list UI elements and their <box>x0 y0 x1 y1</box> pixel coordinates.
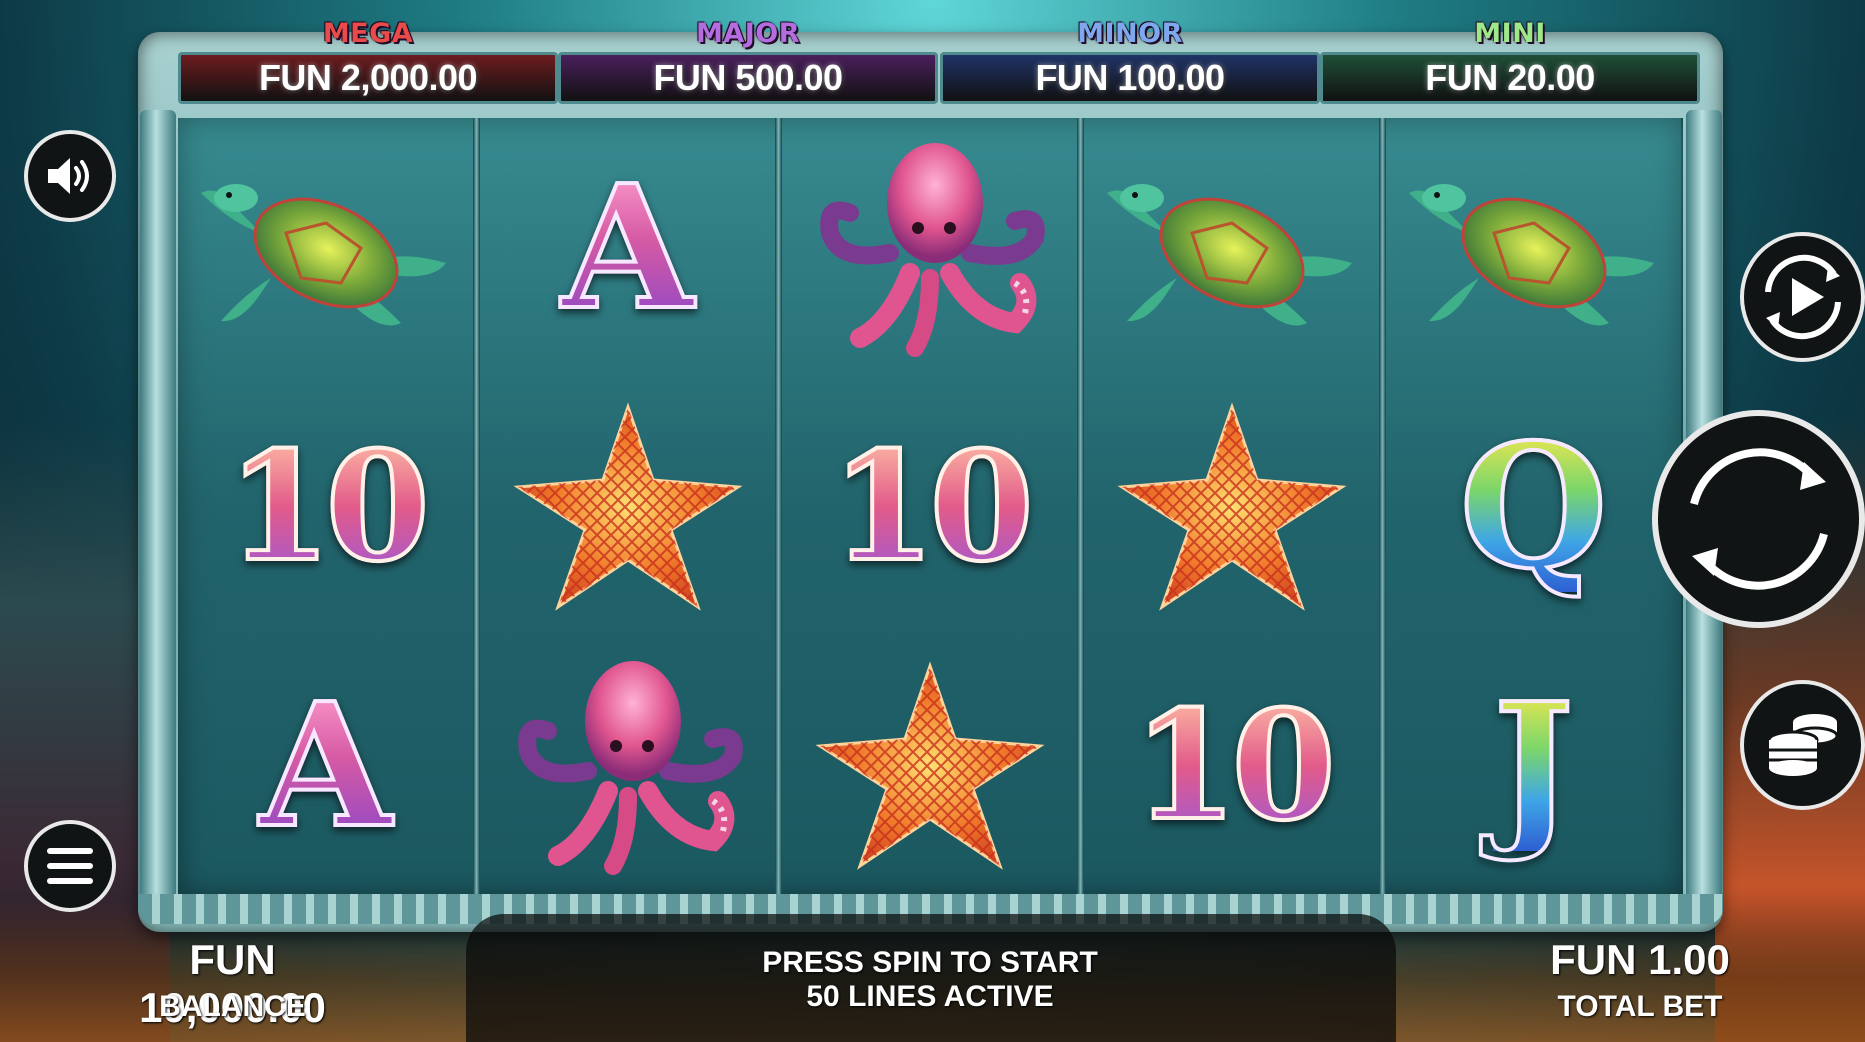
autoplay-button[interactable] <box>1740 232 1865 362</box>
coin-stack-icon <box>1767 714 1838 776</box>
reel: 10 A <box>178 118 473 896</box>
jackpot-mini: MINI FUN 20.00 <box>1320 18 1700 108</box>
total-bet-label: TOTAL BET <box>1557 990 1723 1023</box>
starfish-icon <box>814 660 1045 870</box>
starfish-icon <box>512 401 743 611</box>
symbol-10: 10 <box>829 418 1036 595</box>
reel-symbol <box>480 636 775 895</box>
reel-symbol: 10 <box>782 377 1077 636</box>
reel-divider <box>1379 118 1386 896</box>
status-line-2: 50 LINES ACTIVE <box>806 980 1054 1013</box>
reel-symbol: J <box>1386 636 1681 895</box>
starfish-icon <box>1116 401 1347 611</box>
symbol-10: 10 <box>1131 677 1338 854</box>
symbol-j: J <box>1491 665 1575 866</box>
menu-button[interactable] <box>24 820 116 912</box>
jackpot-major-value: FUN 500.00 <box>558 52 938 104</box>
jackpot-major: MAJOR FUN 500.00 <box>558 18 938 108</box>
jackpot-mini-title: MINI <box>1474 18 1546 49</box>
reel-symbol <box>480 377 775 636</box>
jackpot-minor-title: MINOR <box>1077 18 1183 49</box>
balance-label: BALANCE <box>159 990 306 1023</box>
symbol-a: A <box>560 147 696 348</box>
reel-area: 10 A A 10 10 Q J <box>178 118 1683 896</box>
reel-symbol <box>1084 118 1379 377</box>
speaker-icon <box>48 158 89 194</box>
total-bet-value: FUN 1.00 <box>1550 936 1730 983</box>
jackpot-major-title: MAJOR <box>695 18 801 49</box>
octopus-icon <box>517 660 743 875</box>
jackpot-mega-title: MEGA <box>322 18 414 49</box>
reel: 10 <box>782 118 1077 896</box>
reel-symbol <box>782 118 1077 377</box>
jackpot-mega: MEGA FUN 2,000.00 <box>178 18 558 108</box>
reel-symbol: 10 <box>1084 636 1379 895</box>
jackpot-minor: MINOR FUN 100.00 <box>940 18 1320 108</box>
jackpot-minor-value: FUN 100.00 <box>940 52 1320 104</box>
reel: QJ <box>1386 118 1681 896</box>
spin-arrows-icon <box>1689 448 1828 590</box>
bet-button[interactable] <box>1740 680 1865 810</box>
reel: 10 <box>1084 118 1379 896</box>
symbol-a: A <box>258 665 394 866</box>
reel-symbol: 10 <box>178 377 473 636</box>
turtle-icon <box>1106 183 1352 325</box>
left-pillar <box>140 110 176 910</box>
status-line-1: PRESS SPIN TO START <box>762 946 1098 979</box>
reel-symbol <box>178 118 473 377</box>
reel-symbol: A <box>480 118 775 377</box>
reel-symbol: A <box>178 636 473 895</box>
sound-button[interactable] <box>24 130 116 222</box>
turtle-icon <box>1408 183 1654 325</box>
jackpot-mini-value: FUN 20.00 <box>1320 52 1700 104</box>
octopus-icon <box>819 142 1045 357</box>
jackpot-mega-value: FUN 2,000.00 <box>178 52 558 104</box>
autoplay-icon <box>1764 254 1841 340</box>
symbol-q: Q <box>1457 406 1609 607</box>
hamburger-menu-icon <box>47 848 93 884</box>
reel-symbol <box>1084 377 1379 636</box>
reel-symbol: Q <box>1386 377 1681 636</box>
reel: A <box>480 118 775 896</box>
reel-symbol <box>782 636 1077 895</box>
turtle-icon <box>200 183 446 325</box>
symbol-10: 10 <box>225 418 432 595</box>
reel-symbol <box>1386 118 1681 377</box>
reel-divider <box>473 118 480 896</box>
reel-divider <box>1077 118 1084 896</box>
reel-divider <box>775 118 782 896</box>
spin-button[interactable] <box>1652 410 1865 628</box>
